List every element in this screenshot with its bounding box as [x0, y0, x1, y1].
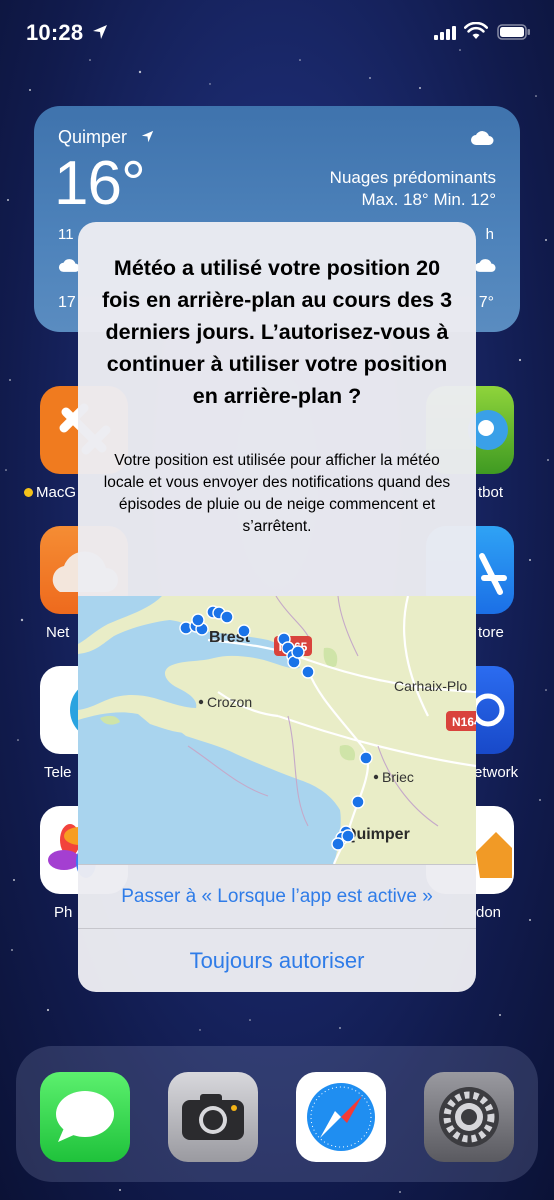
weather-condition: Nuages prédominants: [329, 168, 496, 187]
place-label-carhaix: Carhaix-Plo: [394, 678, 467, 694]
weather-range: Max. 18° Min. 12°: [361, 190, 496, 209]
alert-header: Météo a utilisé votre position 20 fois e…: [78, 222, 476, 596]
weather-hourly-temp: 17: [58, 294, 76, 311]
cloud-icon: [474, 259, 496, 272]
status-time: 10:28: [26, 20, 84, 45]
weather-hour: 11: [58, 226, 74, 243]
messages-app[interactable]: [40, 1072, 130, 1162]
always-allow-button[interactable]: Toujours autoriser: [78, 928, 476, 992]
app-label: Ph: [54, 904, 73, 921]
location-point: [291, 645, 305, 659]
update-badge: [24, 488, 33, 497]
safari-app[interactable]: [296, 1072, 386, 1162]
cloud-icon: [58, 259, 80, 272]
app-label: tbot: [478, 484, 504, 501]
settings-icon: [439, 1087, 499, 1147]
app-label: Tele: [44, 764, 72, 781]
weather-temperature: 16°: [54, 149, 146, 218]
location-point: [237, 624, 251, 638]
app-label: don: [476, 904, 502, 921]
allow-while-using-button[interactable]: Passer à « Lorsque l’app est active »: [78, 864, 476, 928]
weather-city: Quimper: [58, 127, 128, 147]
alert-title: Météo a utilisé votre position 20 fois e…: [101, 256, 453, 408]
messages-icon: [56, 1091, 114, 1142]
location-point: [220, 610, 234, 624]
cellular-signal-icon: [434, 26, 456, 40]
status-bar: 10:28: [0, 0, 554, 66]
safari-icon: [307, 1083, 375, 1151]
location-point: [359, 751, 373, 765]
app-label: etwork: [474, 764, 519, 781]
location-point: [351, 795, 365, 809]
location-arrow-icon: [93, 25, 107, 39]
location-point: [331, 837, 345, 851]
location-point: [301, 665, 315, 679]
wifi-icon: [464, 22, 488, 39]
location-point: [191, 613, 205, 627]
settings-app[interactable]: [424, 1072, 514, 1162]
road-label: N164: [452, 715, 476, 729]
app-label: MacG: [36, 484, 77, 501]
cloud-icon: [471, 131, 494, 145]
location-arrow-icon: [141, 130, 154, 143]
app-label: tore: [478, 624, 504, 641]
app-label: Net: [46, 624, 70, 641]
battery-icon: [497, 24, 530, 40]
weather-hourly-temp: 7°: [478, 294, 494, 311]
camera-icon: [182, 1094, 244, 1140]
road-shield-n164: N164: [446, 711, 476, 731]
location-permission-alert: Météo a utilisé votre position 20 fois e…: [78, 222, 476, 992]
weather-hour: h: [485, 226, 494, 243]
alert-message: Votre position est utilisée pour affiche…: [103, 452, 451, 535]
location-history-map: N165 N164 Brest Crozon Briec Quimper Car…: [78, 596, 476, 864]
camera-app[interactable]: [168, 1072, 258, 1162]
place-label-crozon: Crozon: [207, 694, 252, 710]
location-point: [341, 829, 355, 843]
place-label-briec: Briec: [382, 769, 414, 785]
